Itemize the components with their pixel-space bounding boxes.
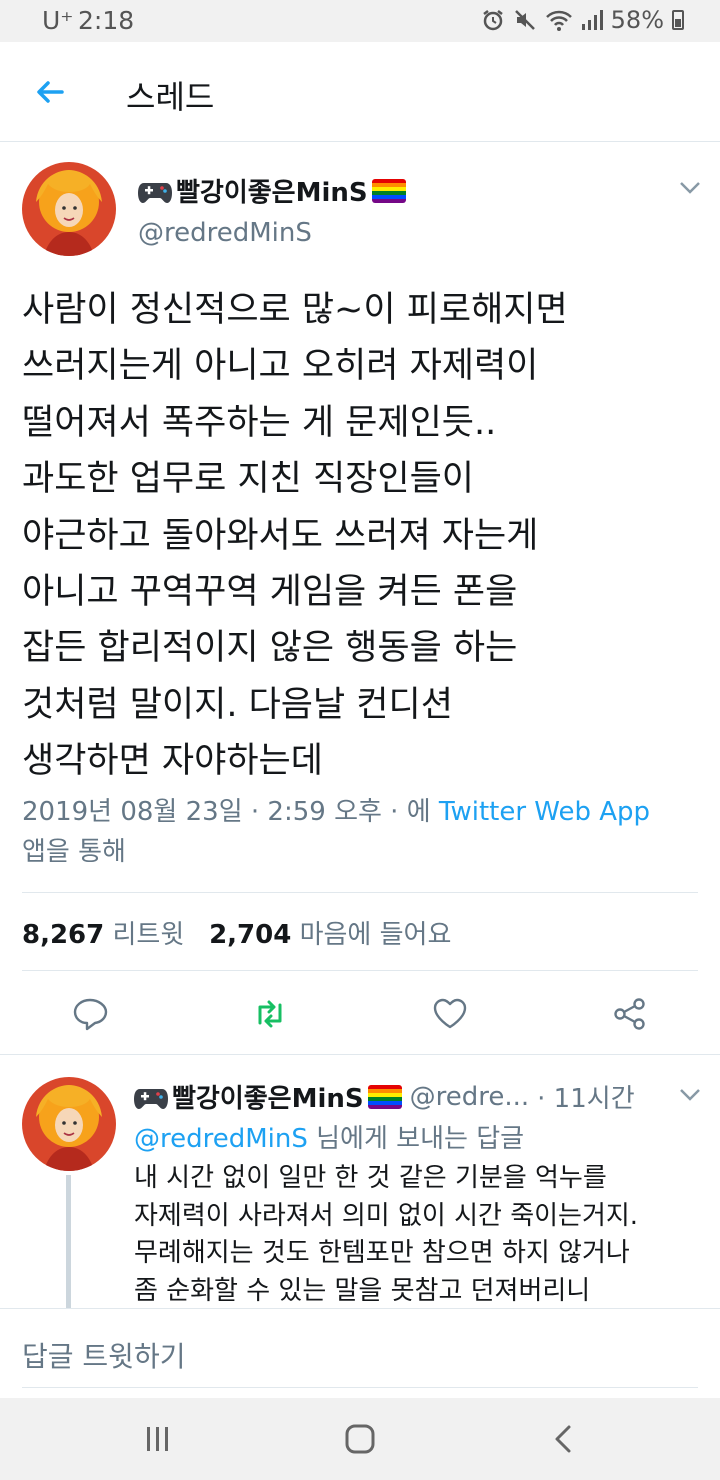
retweet-count[interactable]: 8,267 xyxy=(22,920,104,950)
reply-author-name[interactable]: 빨강이좋은MinS xyxy=(134,1078,402,1115)
status-bar: U⁺ 2:18 58% xyxy=(0,0,720,42)
tweet-timestamp: 2019년 08월 23일 · 2:59 오후 · 에 xyxy=(22,797,431,827)
page-title: 스레드 xyxy=(126,78,215,116)
tweet-text-line: 잡든 합리적이지 않은 행동을 하는 xyxy=(22,628,518,669)
retweet-icon[interactable] xyxy=(252,996,288,1032)
gamepad-icon xyxy=(138,182,172,203)
wifi-icon xyxy=(545,10,572,31)
recent-apps-icon[interactable] xyxy=(140,1424,176,1454)
carrier-label: U⁺ xyxy=(42,6,74,35)
source-link[interactable]: Twitter Web App xyxy=(439,797,650,827)
rainbow-flag-icon xyxy=(371,178,406,203)
tweet-text-line: 사람이 정신적으로 많~이 피로해지면 xyxy=(22,290,568,330)
reply-author-name-text: 빨강이좋은MinS xyxy=(172,1084,364,1114)
reply-author-handle[interactable]: @redre... xyxy=(410,1082,530,1112)
replying-to: @redredMinS 님에게 보내는 답글 xyxy=(134,1118,524,1155)
reply-header: 빨강이좋은MinS @redre... · 11시간 xyxy=(134,1078,635,1115)
thread-line xyxy=(66,1175,71,1308)
tweet-text-line: 것처럼 말이지. 다음날 컨디션 xyxy=(22,684,453,725)
status-icons: 58% xyxy=(481,6,684,34)
gamepad-icon xyxy=(134,1088,168,1109)
reply-text-line: 내 시간 없이 일만 한 것 같은 기분을 억누를 xyxy=(134,1163,607,1193)
tweet-meta: 2019년 08월 23일 · 2:59 오후 · 에 Twitter Web … xyxy=(22,792,702,872)
chevron-down-icon[interactable] xyxy=(678,180,702,196)
share-icon[interactable] xyxy=(612,996,648,1032)
status-time: 2:18 xyxy=(78,6,135,35)
arrow-left-icon[interactable] xyxy=(30,72,70,112)
author-name-text: 빨강이좋은MinS xyxy=(176,178,368,208)
home-icon[interactable] xyxy=(342,1424,378,1454)
top-app-bar: 스레드 xyxy=(0,42,720,142)
battery-percent: 58% xyxy=(610,6,664,34)
reply-to-handle[interactable]: @redredMinS xyxy=(134,1124,308,1154)
reply-time: · 11시간 xyxy=(537,1084,635,1114)
divider xyxy=(22,892,698,893)
alarm-icon xyxy=(482,10,503,31)
reply-text-line: 무례해지는 것도 한템포만 참으면 하지 않거나 xyxy=(134,1238,630,1268)
author-name[interactable]: 빨강이좋은MinS xyxy=(138,172,406,209)
tweet-text-line: 생각하면 자야하는데 xyxy=(22,741,323,782)
tweet-text-line: 떨어져서 폭주하는 게 문제인듯.. xyxy=(22,402,497,443)
battery-icon xyxy=(672,10,684,30)
reply-text: 내 시간 없이 일만 한 것 같은 기분을 억누를 자제력이 사라져서 의미 없… xyxy=(134,1160,714,1308)
reply-input-placeholder[interactable]: 답글 트윗하기 xyxy=(22,1335,185,1375)
section-divider xyxy=(0,1054,720,1055)
system-nav-bar xyxy=(0,1398,720,1480)
engagement-stats: 8,267 리트윗 2,704 마음에 들어요 xyxy=(22,914,451,951)
chevron-down-icon[interactable] xyxy=(678,1087,702,1103)
back-nav-icon[interactable] xyxy=(546,1424,582,1454)
tweet-text-line: 쓰러지는게 아니고 오히려 자제력이 xyxy=(22,346,539,387)
rainbow-flag-icon xyxy=(367,1084,402,1109)
reply-icon[interactable] xyxy=(72,996,108,1032)
tweet-text-line: 아니고 꾸역꾸역 게임을 켜든 폰을 xyxy=(22,572,518,613)
tweet-text-line: 과도한 업무로 지친 직장인들이 xyxy=(22,459,474,500)
author-handle[interactable]: @redredMinS xyxy=(138,218,312,248)
compose-underline xyxy=(22,1387,698,1388)
like-label[interactable]: 마음에 들어요 xyxy=(300,920,452,950)
heart-icon[interactable] xyxy=(432,996,468,1032)
source-suffix: 앱을 통해 xyxy=(22,837,126,867)
reply-text-line: 자제력이 사라져서 의미 없이 시간 죽이는거지. xyxy=(134,1200,639,1231)
tweet-text: 사람이 정신적으로 많~이 피로해지면 쓰러지는게 아니고 오히려 자제력이 떨… xyxy=(22,282,702,790)
reply-to-suffix: 님에게 보내는 답글 xyxy=(316,1124,525,1154)
signal-icon xyxy=(581,10,603,30)
tweet-text-line: 야근하고 돌아와서도 쓰러져 자는게 xyxy=(22,515,539,556)
tweet-actions xyxy=(0,984,720,1054)
reply-avatar[interactable] xyxy=(22,1077,116,1171)
like-count[interactable]: 2,704 xyxy=(209,920,291,950)
mute-icon xyxy=(514,10,535,30)
avatar[interactable] xyxy=(22,162,116,256)
reply-text-line: 좀 순화할 수 있는 말을 못참고 던져버리니 xyxy=(134,1275,591,1306)
retweet-label[interactable]: 리트윗 xyxy=(113,920,185,950)
divider xyxy=(22,970,698,971)
reply-compose-bar[interactable]: 답글 트윗하기 xyxy=(0,1308,720,1398)
